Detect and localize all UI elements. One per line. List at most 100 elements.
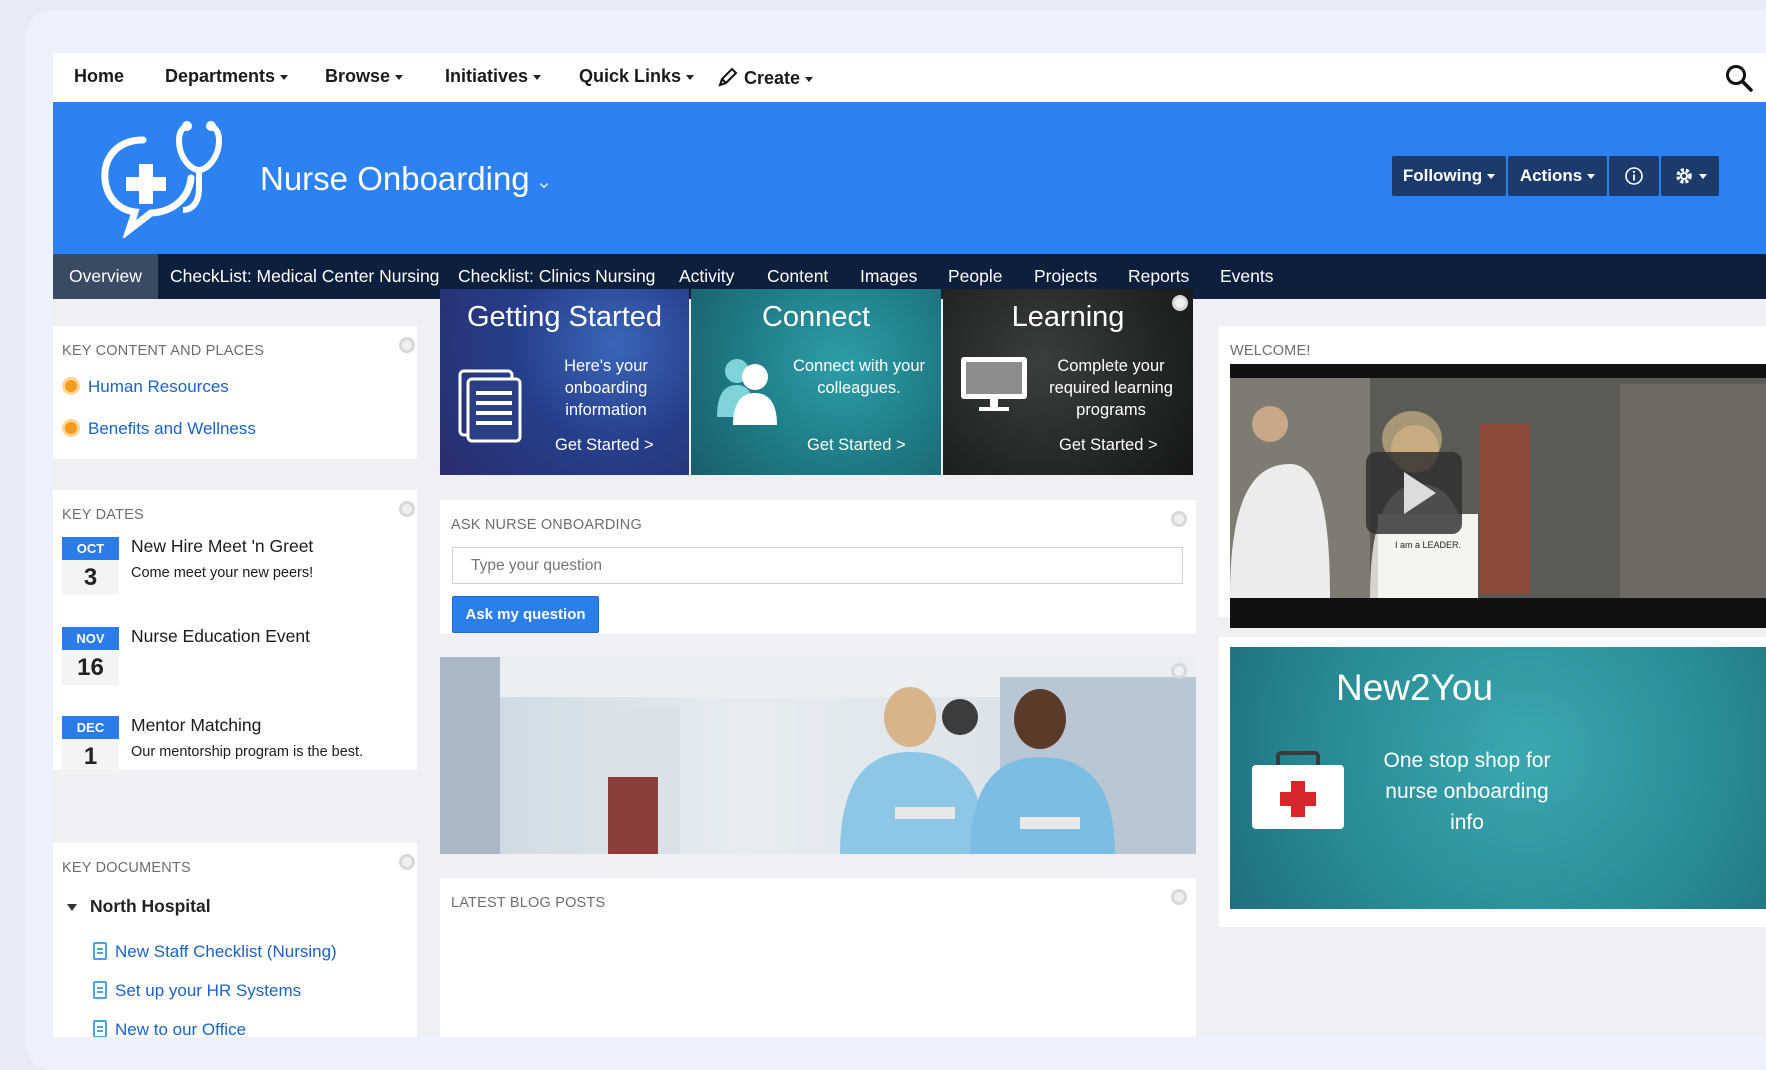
gear-icon[interactable]	[399, 501, 415, 517]
tab-events[interactable]: Events	[1220, 254, 1274, 299]
nav-quick-links-label: Quick Links	[579, 66, 682, 86]
chevron-down-icon	[1587, 173, 1596, 179]
event-title[interactable]: New Hire Meet 'n Greet	[131, 536, 313, 557]
folder-north-hospital[interactable]: North Hospital	[67, 896, 211, 917]
nav-departments[interactable]: Departments	[165, 66, 289, 87]
date-day: 3	[62, 560, 119, 595]
ask-question-button[interactable]: Ask my question	[452, 596, 599, 633]
date-month: NOV	[62, 627, 119, 650]
place-link-human-resources[interactable]: Human Resources	[62, 377, 229, 397]
hospital-photo	[440, 657, 1196, 854]
tab-overview[interactable]: Overview	[53, 254, 158, 299]
panel-title: WELCOME!	[1230, 343, 1311, 359]
doc-link[interactable]: New to our Office	[93, 1020, 246, 1037]
place-title-text: Nurse Onboarding	[260, 160, 530, 197]
place-icon	[62, 377, 80, 395]
place-title[interactable]: Nurse Onboarding ⌄	[260, 160, 552, 198]
actions-label: Actions	[1519, 166, 1583, 185]
tile-desc: Here's your onboarding information	[564, 357, 648, 419]
welcome-panel: WELCOME! I am a LEADER.	[1219, 326, 1766, 628]
actions-button[interactable]: Actions	[1508, 156, 1607, 196]
nav-create[interactable]: Create	[717, 66, 814, 89]
event-desc: Our mentorship program is the best.	[131, 744, 364, 760]
tile-learning[interactable]: Learning Complete your required learning…	[943, 289, 1193, 475]
tile-cta[interactable]: Get Started >	[555, 436, 654, 455]
date-month: OCT	[62, 537, 119, 560]
gear-icon[interactable]	[1171, 889, 1187, 905]
sign-text: I am a LEADER.	[1395, 540, 1461, 550]
triangle-down-icon	[67, 903, 77, 911]
doc-label: New to our Office	[115, 1020, 247, 1037]
video-frame: I am a LEADER.	[1230, 378, 1766, 598]
gear-icon[interactable]	[399, 337, 415, 353]
place-banner: Nurse Onboarding ⌄ Following Actions	[53, 102, 1766, 254]
panel-title: LATEST BLOG POSTS	[451, 895, 606, 911]
nav-quick-links[interactable]: Quick Links	[579, 66, 695, 87]
search-icon[interactable]	[1724, 63, 1754, 93]
new2you-promo[interactable]: New2You One stop shop for nurse onboardi…	[1230, 647, 1766, 909]
tile-connect[interactable]: Connect Connect with your colleagues. Ge…	[691, 289, 941, 475]
nurses-image	[440, 657, 1196, 854]
tile-desc: Complete your required learning programs	[1049, 357, 1173, 419]
panel-title: KEY DATES	[62, 507, 144, 523]
place-link-benefits[interactable]: Benefits and Wellness	[62, 419, 256, 439]
nav-initiatives[interactable]: Initiatives	[445, 66, 542, 87]
tile-cta[interactable]: Get Started >	[807, 436, 906, 455]
gear-icon[interactable]	[399, 854, 415, 870]
tile-desc: Connect with your colleagues.	[792, 357, 926, 397]
gear-icon[interactable]	[1171, 663, 1187, 679]
settings-button[interactable]	[1661, 156, 1719, 196]
doc-link[interactable]: New Staff Checklist (Nursing)	[93, 942, 337, 962]
date-day: 16	[62, 650, 119, 685]
promo-title: New2You	[1336, 667, 1494, 708]
tile-title: Learning	[1011, 301, 1125, 333]
welcome-video[interactable]: I am a LEADER.	[1230, 364, 1766, 628]
event-title[interactable]: Mentor Matching	[131, 715, 261, 736]
nav-browse-label: Browse	[325, 66, 391, 86]
document-icon	[93, 981, 107, 999]
document-icon	[93, 1020, 107, 1037]
ask-panel: ASK NURSE ONBOARDING Ask my question	[440, 500, 1196, 634]
info-button[interactable]	[1609, 156, 1659, 196]
folder-label: North Hospital	[90, 896, 211, 916]
panel-title: ASK NURSE ONBOARDING	[451, 517, 642, 533]
tile-title: Connect	[761, 301, 870, 333]
monitor-icon	[961, 357, 1027, 411]
event-desc: Come meet your new peers!	[131, 565, 314, 581]
gear-icon	[1675, 168, 1692, 184]
chevron-down-icon	[1698, 173, 1707, 179]
nav-browse[interactable]: Browse	[325, 66, 404, 87]
following-label: Following	[1402, 166, 1483, 185]
tile-getting-started[interactable]: Getting Started Here's your onboarding i…	[440, 289, 689, 475]
new2you-panel: New2You One stop shop for nurse onboardi…	[1219, 637, 1766, 927]
app-window: Home Departments Browse Initiatives Quic…	[53, 53, 1766, 1037]
document-icon	[458, 369, 522, 443]
doc-label: New Staff Checklist (Nursing)	[115, 942, 337, 961]
nurse-logo-icon	[101, 121, 223, 238]
tile-cta[interactable]: Get Started >	[1059, 436, 1158, 455]
pencil-icon	[718, 67, 738, 87]
nav-home[interactable]: Home	[74, 66, 124, 87]
place-icon	[62, 419, 80, 437]
link-label: Human Resources	[88, 377, 229, 396]
chevron-down-icon	[533, 74, 542, 80]
blog-panel: LATEST BLOG POSTS	[440, 878, 1196, 1037]
date-badge: OCT 3	[62, 537, 119, 595]
key-documents-panel: KEY DOCUMENTS North Hospital New Staff C…	[53, 843, 417, 1037]
doc-label: Set up your HR Systems	[115, 981, 302, 1000]
gear-icon[interactable]	[1171, 511, 1187, 527]
date-month: DEC	[62, 716, 119, 739]
date-day: 1	[62, 739, 119, 774]
following-button[interactable]: Following	[1392, 156, 1506, 196]
key-content-panel: KEY CONTENT AND PLACES Human Resources B…	[53, 326, 417, 459]
document-icon	[93, 942, 107, 960]
doc-link[interactable]: Set up your HR Systems	[93, 981, 301, 1001]
date-badge: DEC 1	[62, 716, 119, 774]
chevron-down-icon	[280, 74, 289, 80]
event-title[interactable]: Nurse Education Event	[131, 626, 310, 647]
question-input[interactable]	[452, 547, 1183, 584]
nav-create-label: Create	[744, 68, 801, 88]
gear-icon[interactable]	[1172, 295, 1188, 311]
tab-checklist-medical-center[interactable]: CheckList: Medical Center Nursing	[170, 254, 439, 299]
chevron-down-icon: ⌄	[535, 170, 553, 193]
